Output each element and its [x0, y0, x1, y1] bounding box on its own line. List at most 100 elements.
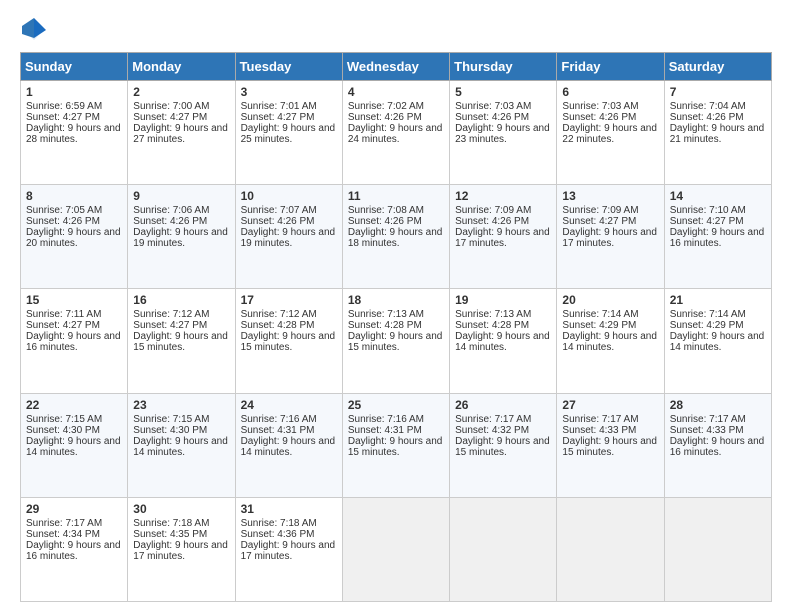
sunrise: Sunrise: 7:14 AM [670, 309, 746, 320]
daylight: Daylight: 9 hours and 15 minutes. [348, 436, 443, 458]
day-number: 23 [133, 398, 229, 412]
sunset: Sunset: 4:26 PM [455, 112, 529, 123]
sunset: Sunset: 4:30 PM [133, 425, 207, 436]
daylight: Daylight: 9 hours and 28 minutes. [26, 123, 121, 145]
calendar-cell: 25Sunrise: 7:16 AMSunset: 4:31 PMDayligh… [342, 393, 449, 497]
sunset: Sunset: 4:27 PM [670, 216, 744, 227]
daylight: Daylight: 9 hours and 27 minutes. [133, 123, 228, 145]
sunrise: Sunrise: 7:06 AM [133, 205, 209, 216]
sunrise: Sunrise: 7:01 AM [241, 101, 317, 112]
calendar-cell: 9Sunrise: 7:06 AMSunset: 4:26 PMDaylight… [128, 185, 235, 289]
calendar-cell: 28Sunrise: 7:17 AMSunset: 4:33 PMDayligh… [664, 393, 771, 497]
daylight: Daylight: 9 hours and 18 minutes. [348, 227, 443, 249]
calendar-cell: 6Sunrise: 7:03 AMSunset: 4:26 PMDaylight… [557, 81, 664, 185]
day-number: 5 [455, 85, 551, 99]
sunrise: Sunrise: 7:17 AM [670, 414, 746, 425]
sunset: Sunset: 4:28 PM [241, 320, 315, 331]
sunset: Sunset: 4:34 PM [26, 529, 100, 540]
day-number: 9 [133, 189, 229, 203]
daylight: Daylight: 9 hours and 17 minutes. [562, 227, 657, 249]
sunrise: Sunrise: 7:08 AM [348, 205, 424, 216]
sunrise: Sunrise: 7:16 AM [348, 414, 424, 425]
daylight: Daylight: 9 hours and 16 minutes. [26, 331, 121, 353]
calendar-cell: 4Sunrise: 7:02 AMSunset: 4:26 PMDaylight… [342, 81, 449, 185]
sunrise: Sunrise: 7:00 AM [133, 101, 209, 112]
sunrise: Sunrise: 7:13 AM [455, 309, 531, 320]
day-number: 13 [562, 189, 658, 203]
day-number: 22 [26, 398, 122, 412]
calendar-cell [450, 497, 557, 601]
daylight: Daylight: 9 hours and 17 minutes. [455, 227, 550, 249]
sunset: Sunset: 4:29 PM [562, 320, 636, 331]
sunrise: Sunrise: 7:17 AM [455, 414, 531, 425]
sunrise: Sunrise: 7:07 AM [241, 205, 317, 216]
sunrise: Sunrise: 7:09 AM [455, 205, 531, 216]
logo-icon [20, 16, 48, 44]
daylight: Daylight: 9 hours and 16 minutes. [670, 227, 765, 249]
daylight: Daylight: 9 hours and 14 minutes. [241, 436, 336, 458]
sunrise: Sunrise: 7:12 AM [241, 309, 317, 320]
calendar-cell: 13Sunrise: 7:09 AMSunset: 4:27 PMDayligh… [557, 185, 664, 289]
sunset: Sunset: 4:27 PM [26, 112, 100, 123]
day-number: 26 [455, 398, 551, 412]
calendar-cell: 1Sunrise: 6:59 AMSunset: 4:27 PMDaylight… [21, 81, 128, 185]
day-number: 27 [562, 398, 658, 412]
daylight: Daylight: 9 hours and 14 minutes. [670, 331, 765, 353]
calendar-week-row: 29Sunrise: 7:17 AMSunset: 4:34 PMDayligh… [21, 497, 772, 601]
daylight: Daylight: 9 hours and 22 minutes. [562, 123, 657, 145]
sunset: Sunset: 4:35 PM [133, 529, 207, 540]
daylight: Daylight: 9 hours and 17 minutes. [133, 540, 228, 562]
sunrise: Sunrise: 7:10 AM [670, 205, 746, 216]
day-number: 16 [133, 293, 229, 307]
day-number: 14 [670, 189, 766, 203]
day-number: 15 [26, 293, 122, 307]
page: SundayMondayTuesdayWednesdayThursdayFrid… [0, 0, 792, 612]
daylight: Daylight: 9 hours and 16 minutes. [26, 540, 121, 562]
calendar-cell: 16Sunrise: 7:12 AMSunset: 4:27 PMDayligh… [128, 289, 235, 393]
day-number: 3 [241, 85, 337, 99]
sunset: Sunset: 4:31 PM [348, 425, 422, 436]
calendar-week-row: 22Sunrise: 7:15 AMSunset: 4:30 PMDayligh… [21, 393, 772, 497]
sunset: Sunset: 4:27 PM [133, 112, 207, 123]
sunrise: Sunrise: 7:15 AM [133, 414, 209, 425]
calendar-cell: 2Sunrise: 7:00 AMSunset: 4:27 PMDaylight… [128, 81, 235, 185]
sunset: Sunset: 4:28 PM [455, 320, 529, 331]
sunset: Sunset: 4:33 PM [670, 425, 744, 436]
sunset: Sunset: 4:26 PM [26, 216, 100, 227]
weekday-header: Monday [128, 53, 235, 81]
calendar-cell: 12Sunrise: 7:09 AMSunset: 4:26 PMDayligh… [450, 185, 557, 289]
sunrise: Sunrise: 7:09 AM [562, 205, 638, 216]
sunset: Sunset: 4:27 PM [26, 320, 100, 331]
calendar-week-row: 1Sunrise: 6:59 AMSunset: 4:27 PMDaylight… [21, 81, 772, 185]
weekday-header: Tuesday [235, 53, 342, 81]
day-number: 12 [455, 189, 551, 203]
sunset: Sunset: 4:26 PM [241, 216, 315, 227]
day-number: 4 [348, 85, 444, 99]
calendar-week-row: 8Sunrise: 7:05 AMSunset: 4:26 PMDaylight… [21, 185, 772, 289]
sunrise: Sunrise: 7:05 AM [26, 205, 102, 216]
sunrise: Sunrise: 7:03 AM [562, 101, 638, 112]
day-number: 28 [670, 398, 766, 412]
daylight: Daylight: 9 hours and 15 minutes. [348, 331, 443, 353]
sunrise: Sunrise: 7:15 AM [26, 414, 102, 425]
sunset: Sunset: 4:27 PM [133, 320, 207, 331]
daylight: Daylight: 9 hours and 15 minutes. [241, 331, 336, 353]
calendar-cell: 15Sunrise: 7:11 AMSunset: 4:27 PMDayligh… [21, 289, 128, 393]
weekday-header: Friday [557, 53, 664, 81]
day-number: 8 [26, 189, 122, 203]
sunrise: Sunrise: 7:17 AM [26, 518, 102, 529]
day-number: 10 [241, 189, 337, 203]
daylight: Daylight: 9 hours and 24 minutes. [348, 123, 443, 145]
sunset: Sunset: 4:26 PM [348, 112, 422, 123]
calendar-cell [557, 497, 664, 601]
day-number: 24 [241, 398, 337, 412]
daylight: Daylight: 9 hours and 15 minutes. [455, 436, 550, 458]
sunset: Sunset: 4:31 PM [241, 425, 315, 436]
day-number: 30 [133, 502, 229, 516]
weekday-row: SundayMondayTuesdayWednesdayThursdayFrid… [21, 53, 772, 81]
sunset: Sunset: 4:33 PM [562, 425, 636, 436]
daylight: Daylight: 9 hours and 21 minutes. [670, 123, 765, 145]
calendar-cell: 10Sunrise: 7:07 AMSunset: 4:26 PMDayligh… [235, 185, 342, 289]
daylight: Daylight: 9 hours and 15 minutes. [562, 436, 657, 458]
calendar-cell: 17Sunrise: 7:12 AMSunset: 4:28 PMDayligh… [235, 289, 342, 393]
